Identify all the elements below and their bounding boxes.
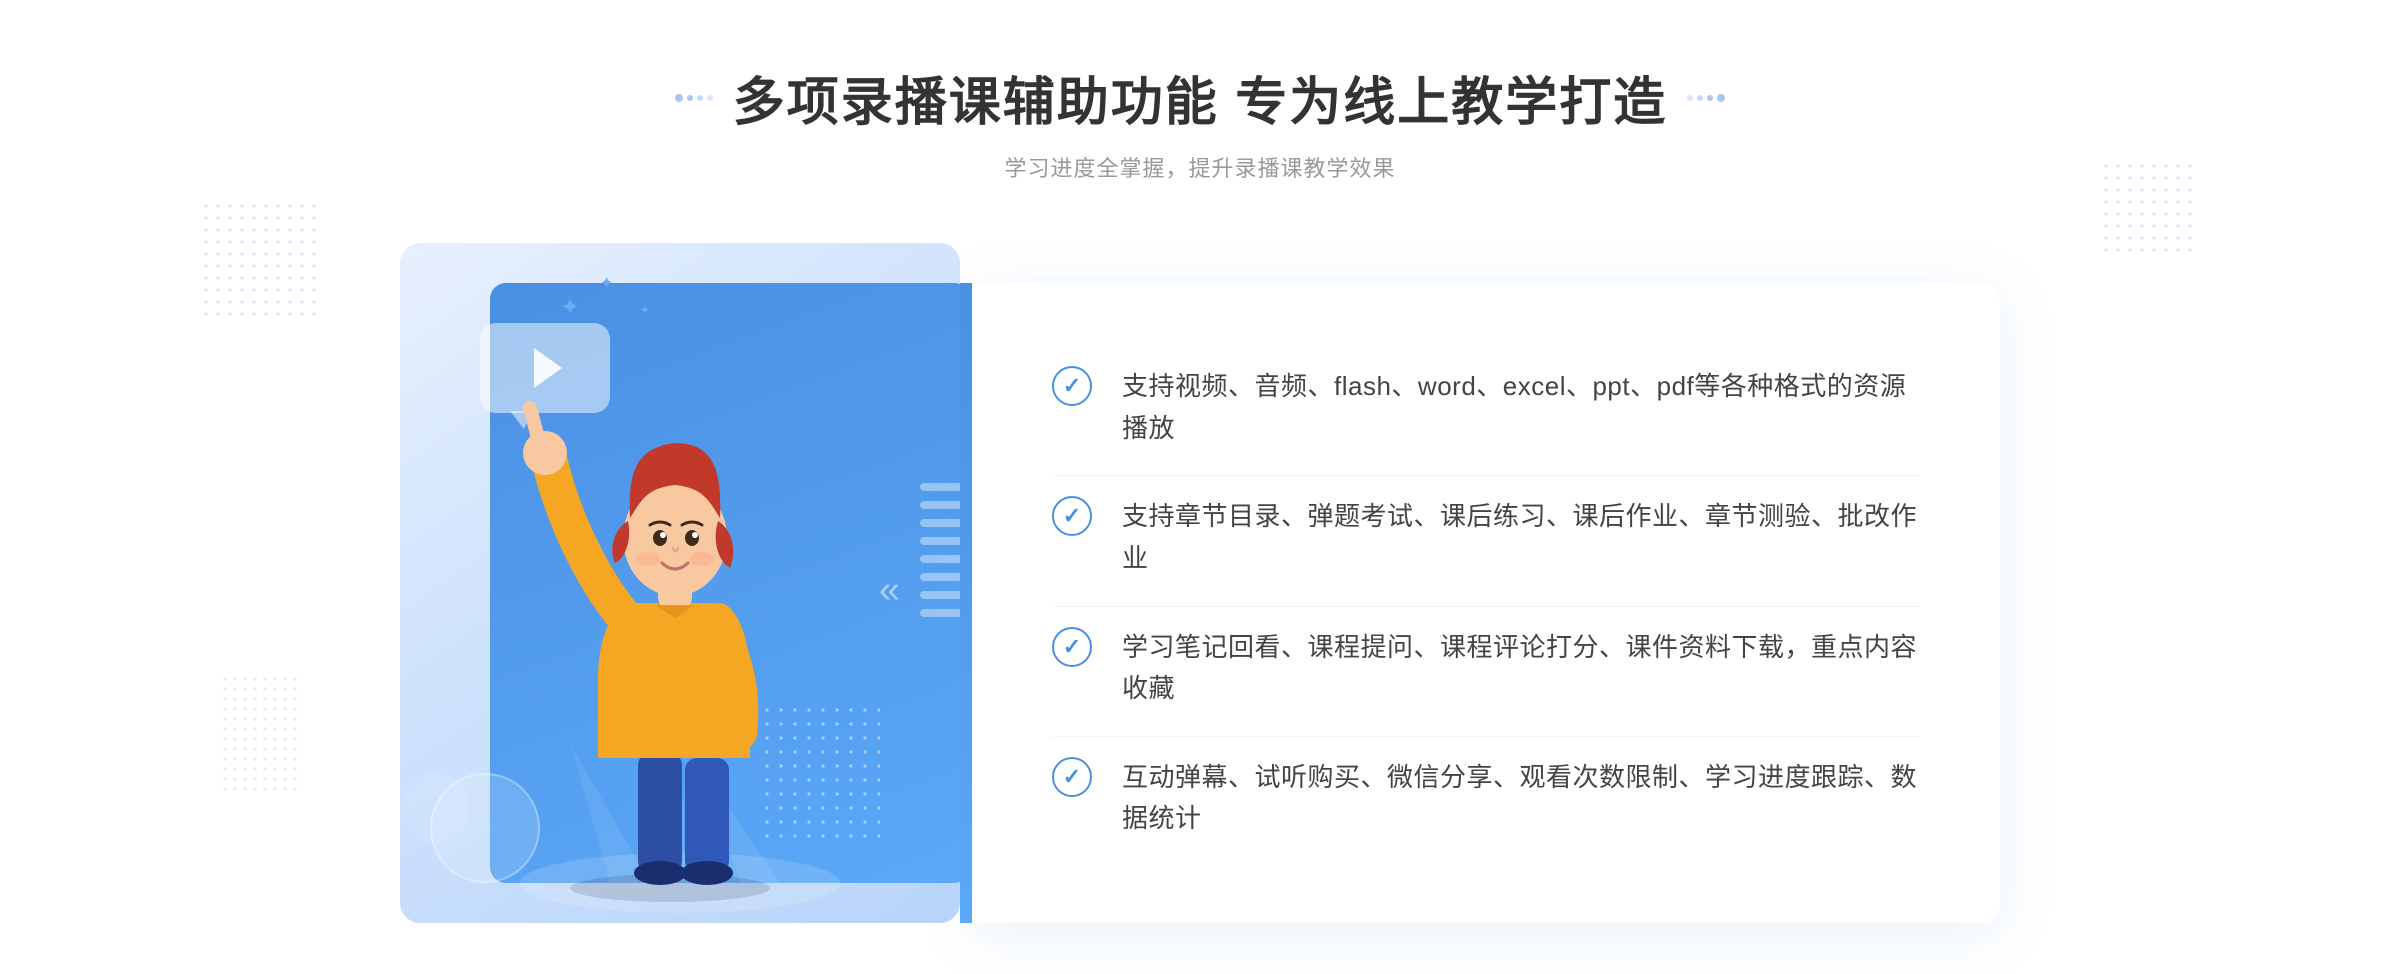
main-title: 多项录播课辅助功能 专为线上教学打造 <box>733 60 1667 135</box>
feature-card: ✓ 支持视频、音频、flash、word、excel、ppt、pdf等各种格式的… <box>972 283 2000 923</box>
title-row: 多项录播课辅助功能 专为线上教学打造 <box>675 60 1725 135</box>
feature-text-2: 支持章节目录、弹题考试、课后练习、课后作业、章节测验、批改作业 <box>1122 496 1920 579</box>
dot-icon <box>1717 94 1725 102</box>
dot-icon <box>697 95 703 101</box>
dot-icon <box>1697 95 1703 101</box>
feature-item-1: ✓ 支持视频、音频、flash、word、excel、ppt、pdf等各种格式的… <box>1052 346 1920 469</box>
dots-decoration-bottom <box>220 674 300 794</box>
check-icon-4: ✓ <box>1052 757 1092 797</box>
circle-decoration-2 <box>400 773 470 843</box>
dots-decoration-right <box>2100 160 2200 260</box>
sparkle-icon-2: ✦ <box>600 273 613 293</box>
dot-icon <box>675 94 683 102</box>
subtitle: 学习进度全掌握，提升录播课教学效果 <box>1004 151 1395 183</box>
dots-decoration-left <box>200 200 320 320</box>
dot-icon <box>707 95 713 101</box>
page-wrapper: 多项录播课辅助功能 专为线上教学打造 学习进度全掌握，提升录播课教学效果 » <box>0 0 2400 974</box>
feature-item-4: ✓ 互动弹幕、试听购买、微信分享、观看次数限制、学习进度跟踪、数据统计 <box>1052 736 1920 860</box>
check-icon-2: ✓ <box>1052 496 1092 536</box>
circle-inner-2 <box>400 773 470 843</box>
dot-icon <box>687 95 693 101</box>
dot-icon <box>1687 95 1693 101</box>
sparkle-icon-1: ✦ <box>560 293 580 322</box>
check-icon-3: ✓ <box>1052 627 1092 667</box>
feature-text-3: 学习笔记回看、课程提问、课程评论打分、课件资料下载，重点内容收藏 <box>1122 627 1920 710</box>
illustration-inner: ✦ ✦ ✦ <box>400 243 960 923</box>
title-dots-right <box>1687 94 1725 102</box>
feature-item-2: ✓ 支持章节目录、弹题考试、课后练习、课后作业、章节测验、批改作业 <box>1052 475 1920 599</box>
check-mark-icon: ✓ <box>1063 766 1081 788</box>
connector-bar <box>960 283 972 923</box>
check-mark-icon: ✓ <box>1063 375 1081 397</box>
sparkle-icon-3: ✦ <box>640 303 650 317</box>
feature-text-1: 支持视频、音频、flash、word、excel、ppt、pdf等各种格式的资源… <box>1122 366 1920 449</box>
check-mark-icon: ✓ <box>1063 636 1081 658</box>
illustration-arrow-icon: « <box>879 569 900 612</box>
title-section: 多项录播课辅助功能 专为线上教学打造 学习进度全掌握，提升录播课教学效果 <box>675 60 1725 183</box>
content-area: » ✦ ✦ ✦ <box>400 243 2000 923</box>
feature-text-4: 互动弹幕、试听购买、微信分享、观看次数限制、学习进度跟踪、数据统计 <box>1122 757 1920 840</box>
check-mark-icon: ✓ <box>1063 505 1081 527</box>
illustration-dots <box>760 703 880 843</box>
check-icon-1: ✓ <box>1052 366 1092 406</box>
illustration-card: ✦ ✦ ✦ <box>400 243 960 923</box>
feature-item-3: ✓ 学习笔记回看、课程提问、课程评论打分、课件资料下载，重点内容收藏 <box>1052 606 1920 730</box>
dot-icon <box>1707 95 1713 101</box>
title-dots-left <box>675 94 713 102</box>
